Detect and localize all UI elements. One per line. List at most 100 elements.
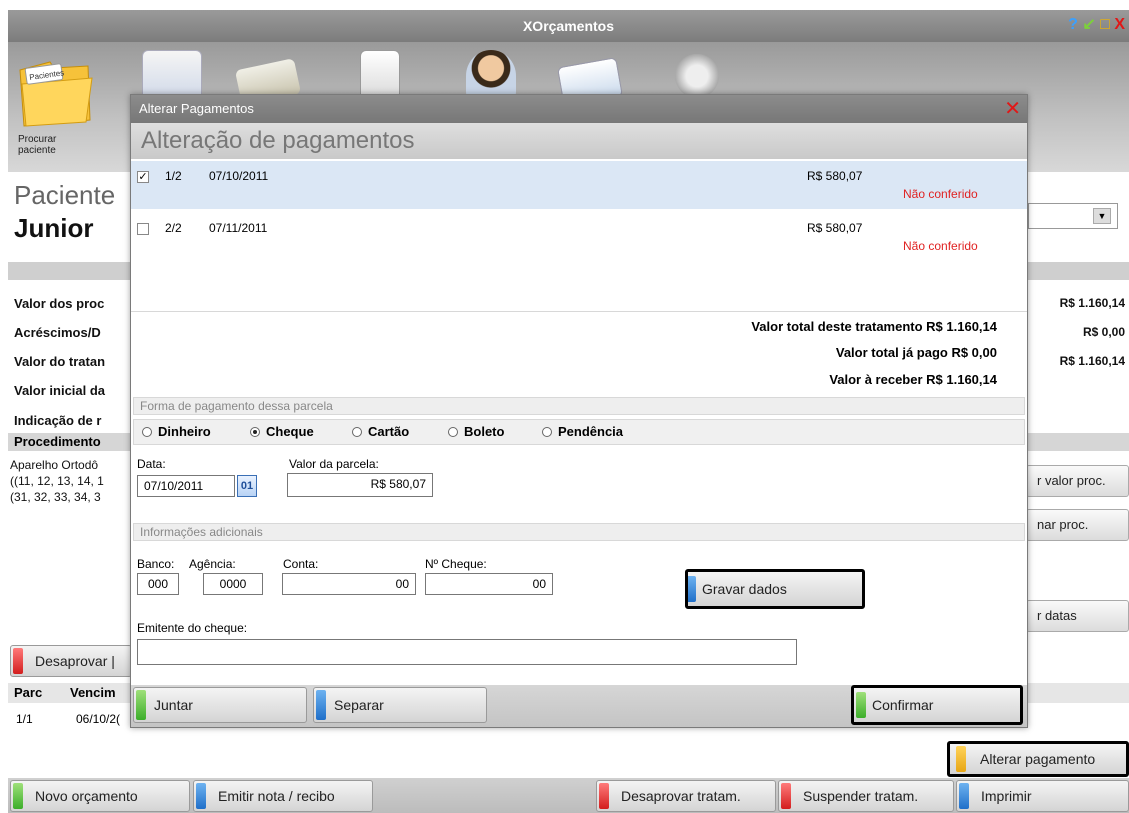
payment-method-section-title: Forma de pagamento dessa parcela [133,397,1025,415]
summary-label: Indicação de r [14,413,102,428]
help-icon[interactable]: ? [1068,16,1078,33]
issue-receipt-label: Emitir nota / recibo [218,788,335,804]
maximize-icon[interactable]: □ [1100,16,1110,33]
change-dates-button[interactable]: r datas [1026,600,1129,632]
installment-checkbox[interactable] [137,223,149,235]
installment-value-input[interactable]: R$ 580,07 [287,473,433,497]
join-button[interactable]: Juntar [133,687,307,723]
patient-label: Paciente [14,180,116,210]
radio-boleto-label: Boleto [464,424,505,439]
due-column: Vencim [70,685,116,700]
date-input[interactable]: 07/10/2011 [137,475,235,497]
installment-value-label: Valor da parcela: [289,457,379,471]
red-tab-icon [781,783,791,809]
print-label: Imprimir [981,788,1032,804]
account-label: Conta: [283,557,319,571]
green-tab-icon [136,690,146,720]
disapprove-treatment-button[interactable]: Desaprovar tratam. [596,780,776,812]
due-cell: 06/10/2( [76,712,121,726]
blue-tab-icon [316,690,326,720]
alter-payment-button[interactable]: Alterar pagamento [947,741,1129,777]
issuer-input[interactable] [137,639,797,665]
green-tab-icon [856,692,866,718]
installment-amount: R$ 580,07 [807,221,863,235]
radio-card[interactable]: Cartão [352,420,409,444]
confirm-label: Confirmar [872,697,934,713]
summary-value: R$ 1.160,14 [1059,296,1125,310]
installment-checkbox[interactable]: ✓ [137,171,149,183]
suspend-treatment-button[interactable]: Suspender tratam. [778,780,954,812]
payment-method-options: Dinheiro Cheque Cartão Boleto Pendência [133,419,1025,445]
join-label: Juntar [154,697,193,713]
radio-icon [448,427,458,437]
summary-value: R$ 0,00 [1082,325,1125,339]
chevron-down-icon[interactable]: ▼ [1093,208,1111,224]
radio-boleto[interactable]: Boleto [448,420,504,444]
alter-payments-dialog: Alterar Pagamentos ✕ Alteração de pagame… [130,94,1028,728]
disapprove-treatment-label: Desaprovar tratam. [621,788,741,804]
disapprove-button[interactable]: Desaprovar | [10,645,132,677]
installment-date: 07/11/2011 [209,221,268,235]
total-paid: Valor total já pago R$ 0,00 [835,345,997,360]
print-button[interactable]: Imprimir [956,780,1129,812]
suspend-treatment-label: Suspender tratam. [803,788,919,804]
blue-tab-icon [959,783,969,809]
installment-status: Não conferido [903,187,978,201]
radio-check-label: Cheque [266,424,314,439]
patient-name: Junior [14,213,94,243]
close-icon[interactable]: ✕ [1004,95,1021,123]
split-button[interactable]: Separar [313,687,487,723]
radio-icon [542,427,552,437]
summary-label: Valor do tratan [14,354,106,369]
split-label: Separar [334,697,384,713]
parc-column: Parc [14,685,43,700]
bank-label: Banco: [137,557,175,571]
change-proc-value-button[interactable]: r valor proc. [1026,465,1129,497]
agency-label: Agência: [189,557,236,571]
bank-input[interactable]: 000 [137,573,179,595]
radio-cash[interactable]: Dinheiro [142,420,211,444]
new-budget-button[interactable]: Novo orçamento [10,780,190,812]
summary-label: Valor inicial da [14,383,106,398]
agency-input[interactable]: 0000 [203,573,263,595]
minimize-icon[interactable]: ↙ [1082,16,1095,33]
patient-select[interactable]: ▼ [1028,203,1118,229]
dialog-heading: Alteração de pagamentos [131,123,1027,159]
radio-icon [352,427,362,437]
red-tab-icon [13,648,23,674]
dialog-title-bar: Alterar Pagamentos [131,95,1027,123]
installment-number: 2/2 [165,221,182,235]
green-tab-icon [13,783,23,809]
installment-row[interactable]: 2/2 07/11/2011 R$ 580,07 Não conferido [131,213,1027,261]
close-app-icon[interactable]: X [1114,16,1125,33]
check-number-label: Nº Cheque: [425,557,487,571]
parc-cell: 1/1 [16,712,33,726]
app-title: XOrçamentos [522,18,615,34]
save-data-label: Gravar dados [702,581,787,597]
procedure-line: (31, 32, 33, 34, 3 [10,490,101,504]
summary-label: Valor dos proc [14,296,105,311]
installment-amount: R$ 580,07 [807,169,863,183]
calendar-icon[interactable]: 01 [237,475,257,497]
app-title-bar: XOrçamentos [8,10,1129,42]
summary-label: Acréscimos/D [14,325,101,340]
issuer-label: Emitente do cheque: [137,621,248,635]
search-patient-label[interactable]: Procurar paciente [18,134,78,156]
installment-row[interactable]: ✓ 1/2 07/10/2011 R$ 580,07 Não conferido [131,161,1027,209]
radio-pending[interactable]: Pendência [542,420,623,444]
radio-pending-label: Pendência [558,424,624,439]
account-input[interactable]: 00 [282,573,416,595]
blue-tab-icon [196,783,206,809]
proc-button[interactable]: nar proc. [1026,509,1129,541]
check-number-input[interactable]: 00 [425,573,553,595]
issue-receipt-button[interactable]: Emitir nota / recibo [193,780,373,812]
save-data-button[interactable]: Gravar dados [685,569,865,609]
total-to-receive: Valor à receber R$ 1.160,14 [829,372,997,387]
radio-check[interactable]: Cheque [250,420,314,444]
patients-folder-icon[interactable]: Pacientes [14,56,98,130]
total-treatment: Valor total deste tratamento R$ 1.160,14 [751,319,997,334]
red-tab-icon [599,783,609,809]
confirm-button[interactable]: Confirmar [851,685,1023,725]
installment-number: 1/2 [165,169,182,183]
installment-status: Não conferido [903,239,978,253]
